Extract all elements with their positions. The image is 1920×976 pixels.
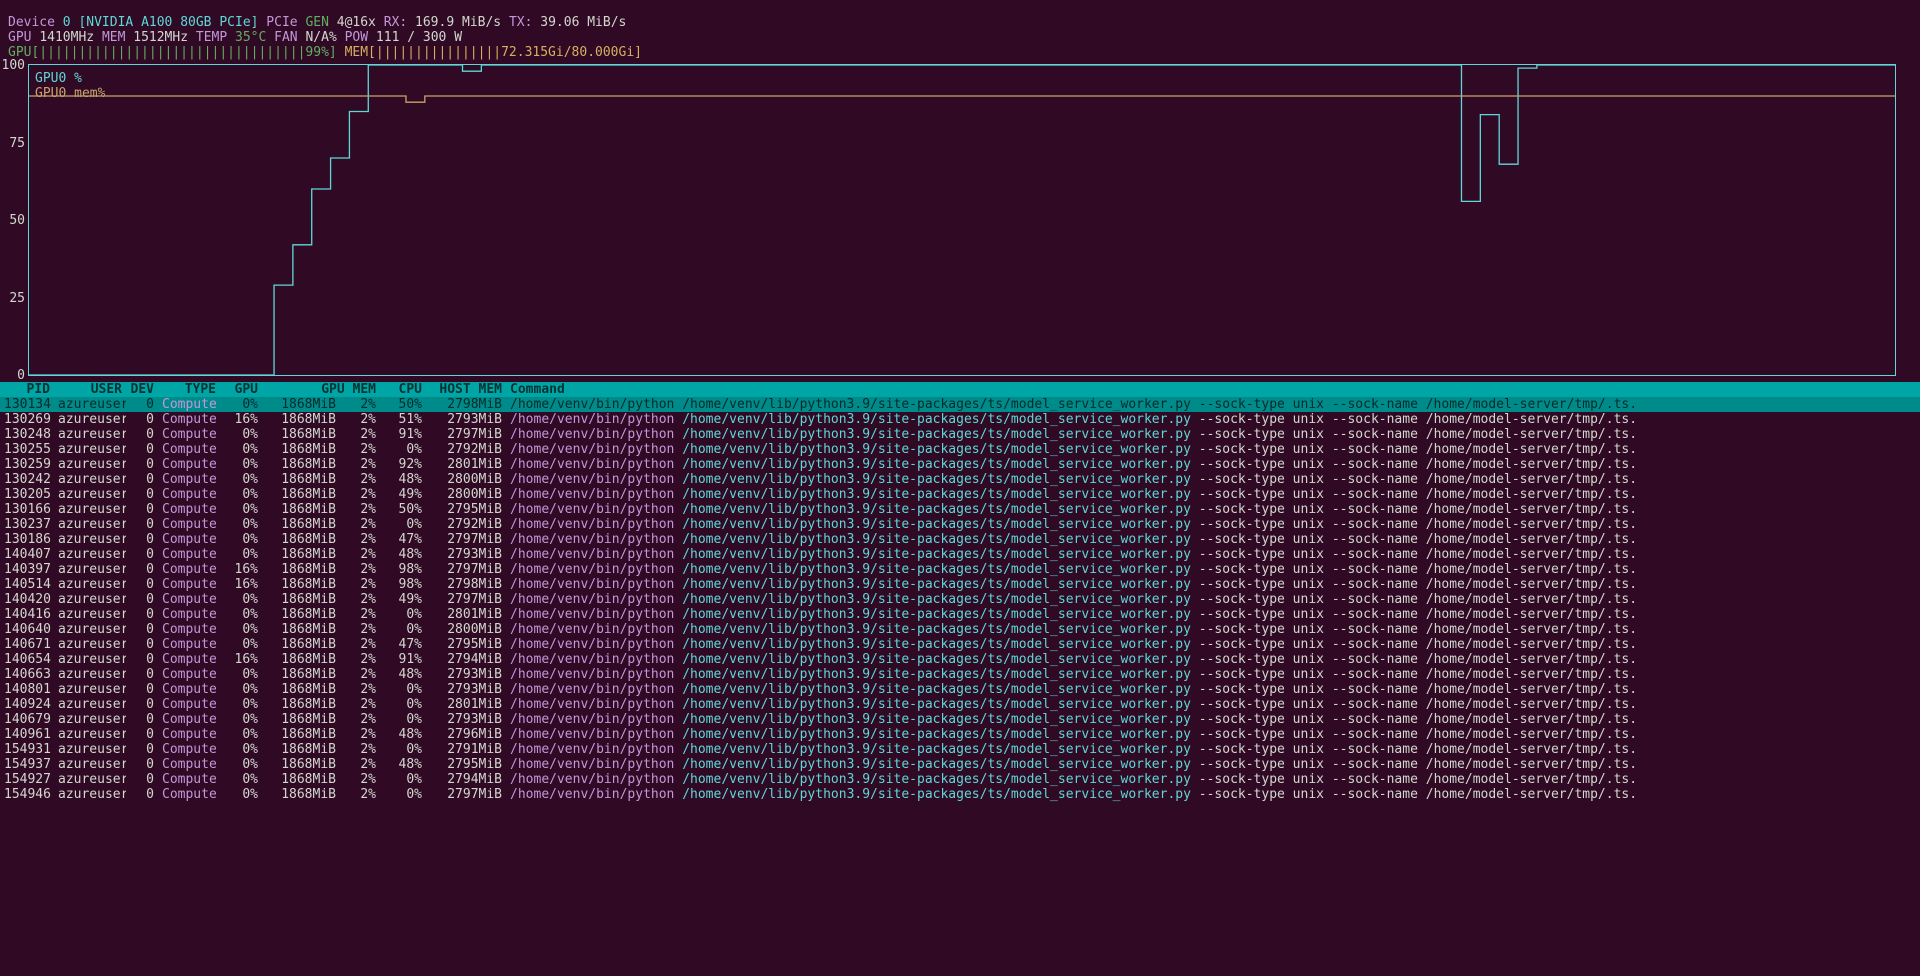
command-cell: /home/venv/bin/python /home/venv/lib/pyt… xyxy=(506,712,1920,727)
series-GPU0-mem% xyxy=(29,96,1895,102)
device-header: Device 0 [NVIDIA A100 80GB PCIe] PCIe GE… xyxy=(0,0,1920,60)
process-row[interactable]: 140420azureuser0Compute0%1868MiB2%49%279… xyxy=(0,592,1920,607)
process-row[interactable]: 140961azureuser0Compute0%1868MiB2%48%279… xyxy=(0,727,1920,742)
command-cell: /home/venv/bin/python /home/venv/lib/pyt… xyxy=(506,787,1920,802)
gpu-util-bar: GPU[||||||||||||||||||||||||||||||||||99… xyxy=(8,45,337,60)
chart-svg xyxy=(29,65,1895,375)
command-cell: /home/venv/bin/python /home/venv/lib/pyt… xyxy=(506,412,1920,427)
series-GPU0-% xyxy=(29,65,1895,375)
command-cell: /home/venv/bin/python /home/venv/lib/pyt… xyxy=(506,592,1920,607)
process-row[interactable]: 140671azureuser0Compute0%1868MiB2%47%279… xyxy=(0,637,1920,652)
process-row[interactable]: 140679azureuser0Compute0%1868MiB2%0%2793… xyxy=(0,712,1920,727)
process-row[interactable]: 130255azureuser0Compute0%1868MiB2%0%2792… xyxy=(0,442,1920,457)
command-cell: /home/venv/bin/python /home/venv/lib/pyt… xyxy=(506,487,1920,502)
ytick-50: 50 xyxy=(1,213,25,228)
ytick-100: 100 xyxy=(1,58,25,73)
command-cell: /home/venv/bin/python /home/venv/lib/pyt… xyxy=(506,517,1920,532)
ytick-0: 0 xyxy=(1,368,25,383)
process-row[interactable]: 130166azureuser0Compute0%1868MiB2%50%279… xyxy=(0,502,1920,517)
process-row[interactable]: 154946azureuser0Compute0%1868MiB2%0%2797… xyxy=(0,787,1920,802)
command-cell: /home/venv/bin/python /home/venv/lib/pyt… xyxy=(506,652,1920,667)
process-row[interactable]: 154937azureuser0Compute0%1868MiB2%48%279… xyxy=(0,757,1920,772)
command-cell: /home/venv/bin/python /home/venv/lib/pyt… xyxy=(506,397,1920,412)
command-cell: /home/venv/bin/python /home/venv/lib/pyt… xyxy=(506,682,1920,697)
process-row[interactable]: 130269azureuser0Compute16%1868MiB2%51%27… xyxy=(0,412,1920,427)
process-row[interactable]: 130205azureuser0Compute0%1868MiB2%49%280… xyxy=(0,487,1920,502)
command-cell: /home/venv/bin/python /home/venv/lib/pyt… xyxy=(506,622,1920,637)
command-cell: /home/venv/bin/python /home/venv/lib/pyt… xyxy=(506,697,1920,712)
process-row[interactable]: 130259azureuser0Compute0%1868MiB2%92%280… xyxy=(0,457,1920,472)
process-row[interactable]: 130237azureuser0Compute0%1868MiB2%0%2792… xyxy=(0,517,1920,532)
command-cell: /home/venv/bin/python /home/venv/lib/pyt… xyxy=(506,757,1920,772)
command-cell: /home/venv/bin/python /home/venv/lib/pyt… xyxy=(506,472,1920,487)
command-cell: /home/venv/bin/python /home/venv/lib/pyt… xyxy=(506,727,1920,742)
process-row[interactable]: 140407azureuser0Compute0%1868MiB2%48%279… xyxy=(0,547,1920,562)
command-cell: /home/venv/bin/python /home/venv/lib/pyt… xyxy=(506,442,1920,457)
command-cell: /home/venv/bin/python /home/venv/lib/pyt… xyxy=(506,772,1920,787)
process-row[interactable]: 140397azureuser0Compute16%1868MiB2%98%27… xyxy=(0,562,1920,577)
process-row[interactable]: 130242azureuser0Compute0%1868MiB2%48%280… xyxy=(0,472,1920,487)
command-cell: /home/venv/bin/python /home/venv/lib/pyt… xyxy=(506,457,1920,472)
table-header[interactable]: PIDUSERDEVTYPEGPUGPU MEMCPUHOST MEMComma… xyxy=(0,382,1920,397)
process-row[interactable]: 154927azureuser0Compute0%1868MiB2%0%2794… xyxy=(0,772,1920,787)
command-cell: /home/venv/bin/python /home/venv/lib/pyt… xyxy=(506,607,1920,622)
command-cell: /home/venv/bin/python /home/venv/lib/pyt… xyxy=(506,532,1920,547)
command-cell: /home/venv/bin/python /home/venv/lib/pyt… xyxy=(506,427,1920,442)
command-cell: /home/venv/bin/python /home/venv/lib/pyt… xyxy=(506,547,1920,562)
process-row[interactable]: 140663azureuser0Compute0%1868MiB2%48%279… xyxy=(0,667,1920,682)
process-row[interactable]: 130248azureuser0Compute0%1868MiB2%91%279… xyxy=(0,427,1920,442)
process-row[interactable]: 140654azureuser0Compute16%1868MiB2%91%27… xyxy=(0,652,1920,667)
process-table[interactable]: PIDUSERDEVTYPEGPUGPU MEMCPUHOST MEMComma… xyxy=(0,382,1920,802)
command-cell: /home/venv/bin/python /home/venv/lib/pyt… xyxy=(506,637,1920,652)
process-row[interactable]: 130186azureuser0Compute0%1868MiB2%47%279… xyxy=(0,532,1920,547)
command-cell: /home/venv/bin/python /home/venv/lib/pyt… xyxy=(506,667,1920,682)
process-row[interactable]: 140640azureuser0Compute0%1868MiB2%0%2800… xyxy=(0,622,1920,637)
process-row[interactable]: 140514azureuser0Compute16%1868MiB2%98%27… xyxy=(0,577,1920,592)
ytick-25: 25 xyxy=(1,291,25,306)
command-cell: /home/venv/bin/python /home/venv/lib/pyt… xyxy=(506,502,1920,517)
process-row[interactable]: 130134azureuser0Compute0%1868MiB2%50%279… xyxy=(0,397,1920,412)
command-cell: /home/venv/bin/python /home/venv/lib/pyt… xyxy=(506,562,1920,577)
process-row[interactable]: 154931azureuser0Compute0%1868MiB2%0%2791… xyxy=(0,742,1920,757)
gpu-usage-chart: GPU0 % GPU0 mem% 0255075100 xyxy=(28,64,1896,376)
command-cell: /home/venv/bin/python /home/venv/lib/pyt… xyxy=(506,742,1920,757)
ytick-75: 75 xyxy=(1,136,25,151)
process-row[interactable]: 140801azureuser0Compute0%1868MiB2%0%2793… xyxy=(0,682,1920,697)
process-row[interactable]: 140924azureuser0Compute0%1868MiB2%0%2801… xyxy=(0,697,1920,712)
command-cell: /home/venv/bin/python /home/venv/lib/pyt… xyxy=(506,577,1920,592)
process-row[interactable]: 140416azureuser0Compute0%1868MiB2%0%2801… xyxy=(0,607,1920,622)
mem-util-bar: MEM[||||||||||||||||72.315Gi/80.000Gi] xyxy=(345,45,642,60)
